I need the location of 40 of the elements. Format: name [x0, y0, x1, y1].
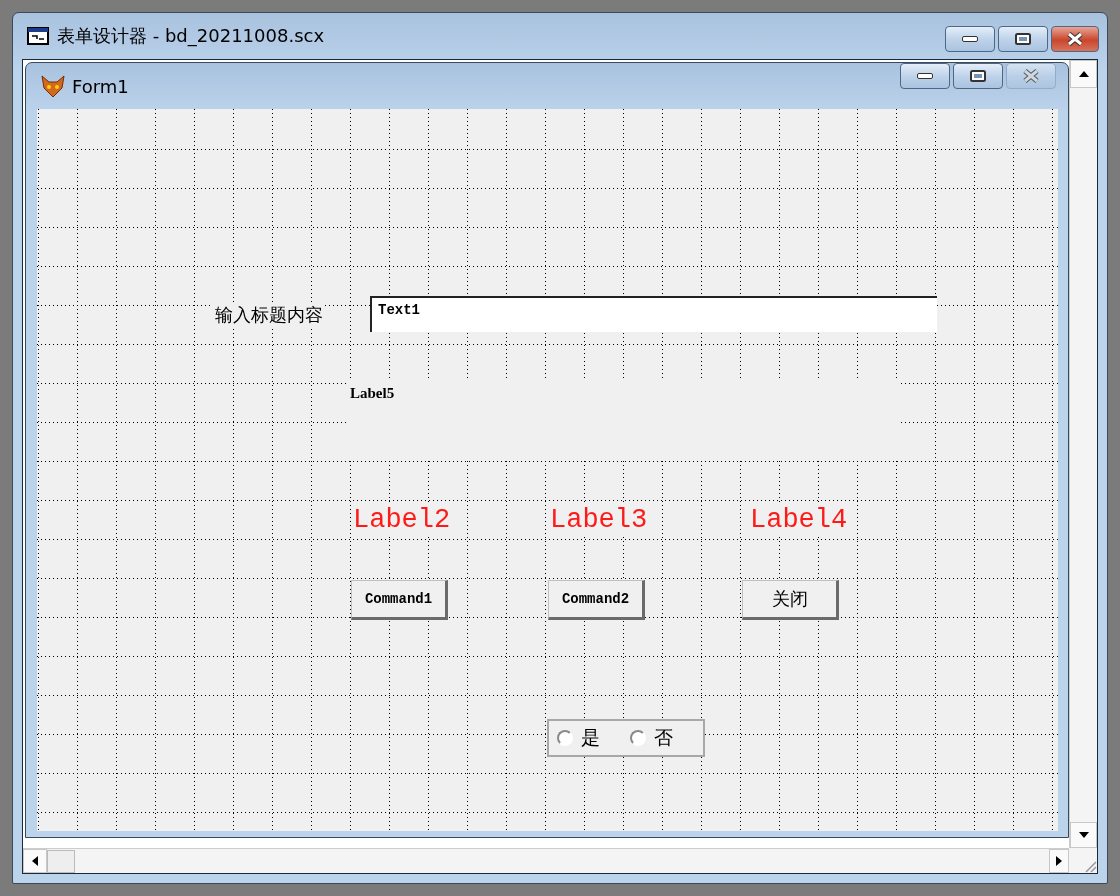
form-label: Label4 [750, 505, 848, 535]
prompt-label: 输入标题内容 [213, 303, 325, 327]
close-icon [1066, 32, 1084, 46]
minimize-icon [962, 36, 978, 42]
maximize-button[interactable] [953, 63, 1003, 89]
down-arrow-icon [1078, 832, 1089, 838]
command-button[interactable]: Command2 [548, 580, 645, 620]
maximize-button[interactable] [998, 26, 1048, 52]
form-label: Label2 [353, 505, 451, 535]
close-icon [1022, 69, 1040, 83]
scroll-up-button[interactable] [1070, 60, 1097, 88]
scroll-right-button[interactable] [1049, 849, 1069, 873]
scroll-down-button[interactable] [1070, 822, 1097, 848]
right-arrow-icon [1056, 856, 1062, 866]
window-title: 表单设计器 - bd_20211008.scx [57, 24, 326, 48]
minimize-button[interactable] [900, 63, 950, 89]
scroll-thumb[interactable] [47, 849, 75, 873]
horizontal-scrollbar[interactable] [23, 848, 1069, 873]
close-button[interactable] [1051, 26, 1099, 52]
command-button[interactable]: 关闭 [742, 580, 839, 620]
up-arrow-icon [1078, 71, 1089, 77]
size-grip-icon [1083, 859, 1097, 873]
option-label[interactable]: 是 [581, 725, 600, 751]
radio-button[interactable] [630, 730, 646, 746]
radio-button[interactable] [557, 730, 573, 746]
option-label[interactable]: 否 [654, 725, 673, 751]
form-icon [27, 27, 49, 45]
caption-label: Label5 [346, 379, 901, 461]
maximize-icon [1015, 33, 1031, 45]
left-arrow-icon [32, 856, 38, 866]
minimize-button[interactable] [945, 26, 995, 52]
command-button[interactable]: Command1 [351, 580, 448, 620]
maximize-icon [970, 70, 986, 82]
vertical-scrollbar[interactable] [1069, 60, 1097, 848]
text-box[interactable]: Text1 [370, 296, 937, 332]
scroll-left-button[interactable] [23, 849, 47, 873]
minimize-icon [917, 73, 933, 79]
fox-icon [40, 74, 66, 98]
form-title: Form1 [72, 75, 130, 97]
form-label: Label3 [550, 505, 648, 535]
